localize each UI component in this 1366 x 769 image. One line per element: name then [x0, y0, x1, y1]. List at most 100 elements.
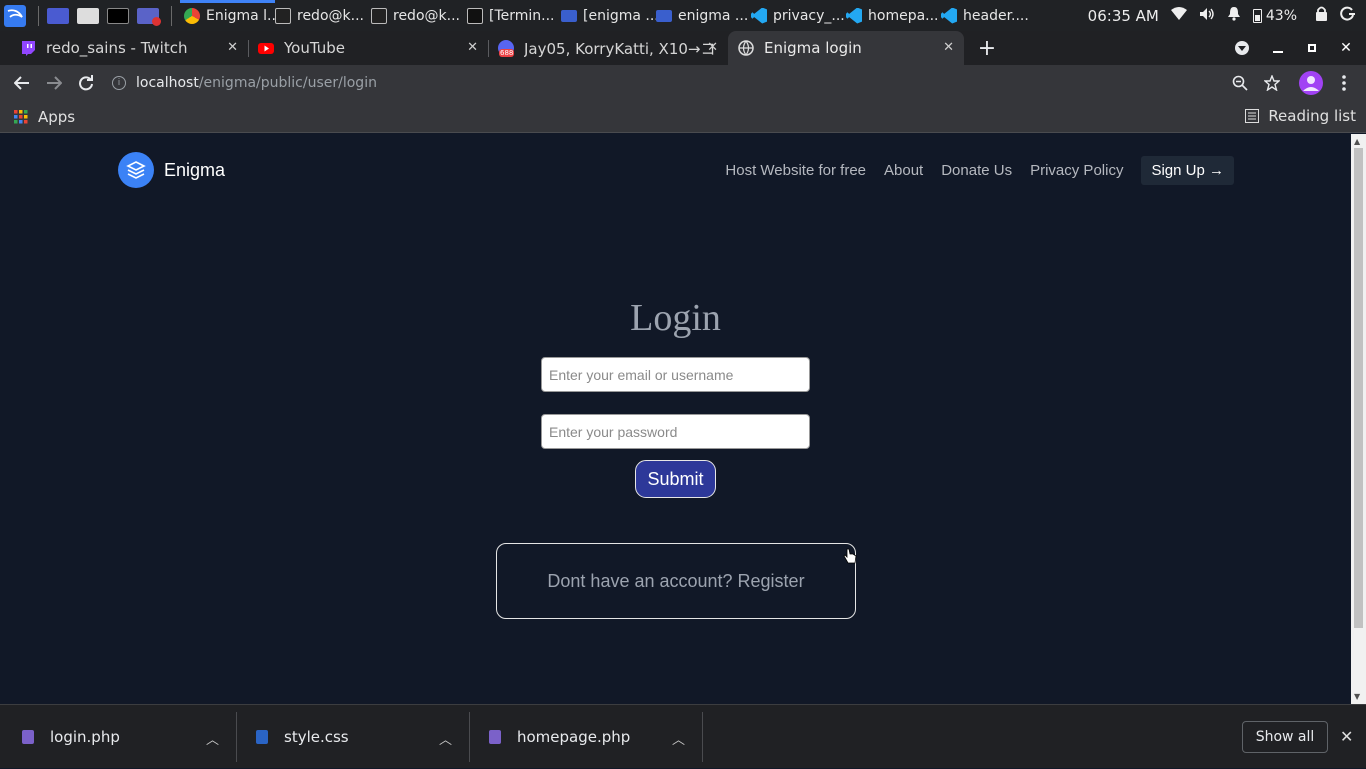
page-scrollbar[interactable]: ▲ ▼	[1351, 134, 1366, 704]
reading-list-icon	[1245, 109, 1260, 123]
tab-youtube[interactable]: YouTube ✕	[248, 31, 488, 65]
taskbar-app-folder-2[interactable]: enigma ...	[656, 0, 751, 31]
taskbar-app-chrome[interactable]: Enigma l...	[180, 0, 275, 31]
folder-icon	[561, 9, 577, 22]
sign-up-button[interactable]: Sign Up →	[1141, 156, 1234, 185]
url-path: /enigma/public/user/login	[198, 75, 377, 91]
more-menu-icon[interactable]	[1332, 71, 1356, 95]
tab-enigma-login[interactable]: Enigma login ✕	[728, 31, 964, 65]
system-tray: 06:35 AM 43%	[1088, 0, 1366, 31]
address-bar[interactable]: i localhost/enigma/public/user/login	[108, 69, 1298, 97]
volume-icon[interactable]	[1199, 7, 1215, 25]
globe-icon	[738, 40, 754, 56]
twitch-icon	[22, 41, 35, 56]
wifi-icon[interactable]	[1170, 6, 1187, 25]
submit-button[interactable]: Submit	[635, 460, 716, 498]
profile-avatar[interactable]	[1299, 71, 1323, 95]
tab-close-icon[interactable]: ✕	[707, 40, 718, 55]
nav-donate[interactable]: Donate Us	[941, 162, 1012, 179]
vscode-icon	[751, 7, 767, 24]
terminal-icon[interactable]	[107, 7, 129, 24]
scrollbar-thumb[interactable]	[1354, 148, 1363, 628]
chrome-icon	[184, 7, 200, 24]
discord-icon: 688	[498, 40, 515, 57]
page-viewport: Enigma Host Website for free About Donat…	[0, 134, 1351, 704]
tab-discord[interactable]: 688 Jay05, KorryKatti, X10→コ ✕	[488, 31, 728, 65]
apps-grid-icon	[14, 110, 28, 124]
php-file-icon	[22, 730, 34, 744]
new-tab-button[interactable]: +	[976, 36, 998, 61]
terminal-icon	[275, 7, 291, 24]
register-link-box[interactable]: Dont have an account? Register	[496, 543, 856, 619]
back-button[interactable]	[10, 71, 34, 95]
url-host: localhost	[136, 75, 199, 91]
password-input[interactable]	[541, 414, 810, 449]
folder-icon	[656, 9, 672, 22]
apps-shortcut[interactable]: Apps	[14, 108, 75, 126]
download-item[interactable]: login.php ︿	[22, 705, 236, 769]
youtube-icon	[258, 43, 274, 54]
brand-name: Enigma	[164, 159, 226, 180]
taskbar-app-terminal-2[interactable]: redo@k...	[371, 0, 467, 31]
lock-icon[interactable]	[1315, 6, 1328, 25]
nav-host-website[interactable]: Host Website for free	[725, 162, 866, 179]
chevron-up-icon[interactable]: ︿	[439, 729, 452, 748]
tab-close-icon[interactable]: ✕	[943, 40, 954, 55]
taskbar-app-vscode-3[interactable]: header....	[941, 0, 1036, 31]
css-file-icon	[256, 730, 268, 744]
vscode-icon	[846, 7, 862, 24]
taskbar-app-folder-1[interactable]: [enigma ...	[561, 0, 656, 31]
zoom-icon[interactable]	[1228, 71, 1252, 95]
nav-about[interactable]: About	[884, 162, 923, 179]
show-all-button[interactable]: Show all	[1242, 721, 1328, 753]
logout-icon[interactable]	[1340, 6, 1356, 26]
tab-search-icon[interactable]	[1225, 31, 1259, 65]
download-item[interactable]: style.css ︿	[256, 705, 469, 769]
terminal-icon	[371, 7, 387, 24]
bookmarks-bar: Apps Reading list	[0, 101, 1366, 133]
screen-recorder-icon[interactable]	[137, 7, 161, 26]
downloads-bar: login.php ︿ style.css ︿ homepage.php ︿ S…	[0, 704, 1366, 768]
php-file-icon	[489, 730, 501, 744]
workspace-icon[interactable]	[47, 7, 69, 24]
battery-indicator[interactable]: 43%	[1252, 8, 1297, 24]
clock[interactable]: 06:35 AM	[1088, 7, 1159, 25]
vscode-icon	[941, 7, 957, 24]
browser-toolbar: i localhost/enigma/public/user/login	[0, 65, 1366, 101]
notification-bell-icon[interactable]	[1227, 6, 1241, 25]
taskbar-app-vscode-1[interactable]: privacy_...	[751, 0, 846, 31]
minimize-button[interactable]	[1261, 31, 1295, 65]
site-nav: Host Website for free About Donate Us Pr…	[707, 156, 1234, 185]
scroll-down-arrow-icon[interactable]: ▼	[1354, 692, 1360, 701]
tab-close-icon[interactable]: ✕	[227, 40, 238, 55]
tab-close-icon[interactable]: ✕	[467, 40, 478, 55]
system-taskbar: Enigma l... redo@k... redo@k... [Termin.…	[0, 0, 1366, 31]
scroll-up-arrow-icon[interactable]: ▲	[1354, 137, 1360, 146]
file-manager-icon[interactable]	[77, 7, 99, 24]
chevron-up-icon[interactable]: ︿	[672, 729, 685, 748]
site-brand[interactable]: Enigma	[118, 152, 225, 188]
chevron-up-icon[interactable]: ︿	[206, 729, 219, 748]
taskbar-app-terminal-1[interactable]: redo@k...	[275, 0, 371, 31]
close-downloads-icon[interactable]: ✕	[1340, 727, 1353, 746]
forward-button[interactable]	[42, 71, 66, 95]
notification-badge: 688	[499, 49, 515, 57]
maximize-button[interactable]	[1295, 31, 1329, 65]
kali-menu-icon[interactable]	[0, 0, 30, 31]
download-item[interactable]: homepage.php ︿	[489, 705, 702, 769]
reading-list-button[interactable]: Reading list	[1245, 107, 1356, 125]
email-username-input[interactable]	[541, 357, 810, 392]
login-title: Login	[630, 297, 721, 339]
layers-logo-icon	[118, 152, 154, 188]
reload-button[interactable]	[74, 71, 98, 95]
hand-pointer-cursor-icon	[843, 548, 857, 564]
nav-privacy-policy[interactable]: Privacy Policy	[1030, 162, 1123, 179]
battery-icon	[1252, 8, 1262, 23]
site-info-icon[interactable]: i	[112, 76, 126, 90]
tab-twitch[interactable]: redo_sains - Twitch ✕	[8, 31, 248, 65]
taskbar-app-terminal-3[interactable]: [Termin...	[467, 0, 561, 31]
window-icon	[467, 7, 483, 24]
taskbar-app-vscode-2[interactable]: homepa...	[846, 0, 941, 31]
bookmark-star-icon[interactable]	[1260, 71, 1284, 95]
close-window-button[interactable]: ✕	[1329, 31, 1363, 65]
